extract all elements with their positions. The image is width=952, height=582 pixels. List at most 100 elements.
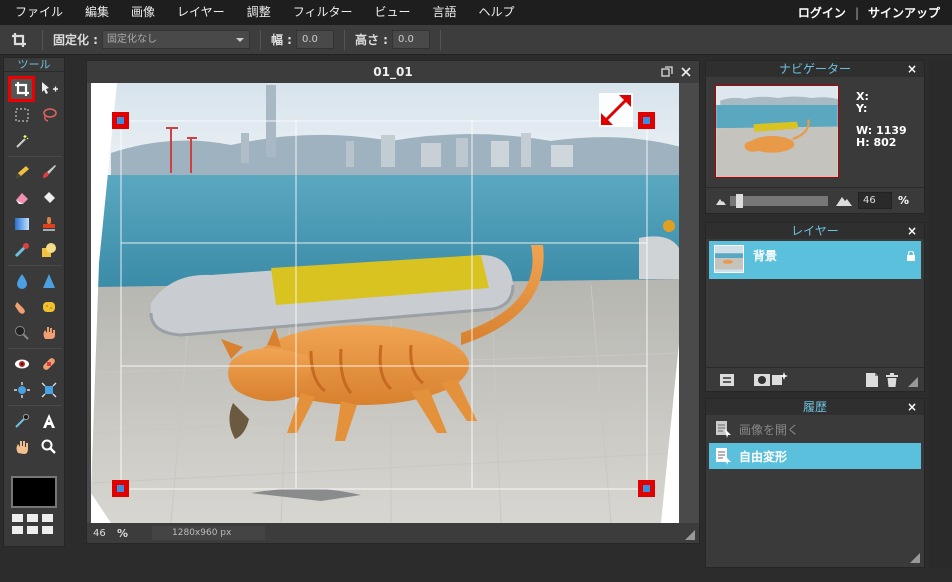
- navigator-zoom-unit: %: [898, 194, 910, 207]
- divider: [8, 265, 62, 266]
- history-title: 履歴: [802, 400, 827, 414]
- hand-tool[interactable]: [8, 434, 35, 460]
- empty-slot: [35, 128, 62, 154]
- sponge-tool[interactable]: [35, 294, 62, 320]
- bandage-icon: [42, 358, 55, 370]
- menu-layer[interactable]: レイヤー: [166, 0, 236, 25]
- pinch-tool[interactable]: [35, 377, 62, 403]
- tools-panel: ツール: [3, 57, 65, 547]
- lasso-tool[interactable]: [35, 102, 62, 128]
- spot-heal-tool[interactable]: [35, 351, 62, 377]
- image-canvas[interactable]: [91, 83, 679, 523]
- signup-link[interactable]: サインアップ: [868, 4, 940, 21]
- document-titlebar: 01_01: [87, 61, 699, 83]
- history-header: 履歴 ×: [706, 399, 924, 415]
- menu-view[interactable]: ビュー: [363, 0, 421, 25]
- divider: [42, 29, 43, 50]
- zoom-slider-knob[interactable]: [736, 193, 743, 208]
- zoom-out-mountain-icon[interactable]: [716, 197, 726, 205]
- menu-help[interactable]: ヘルプ: [468, 0, 526, 25]
- history-document-icon: [716, 421, 731, 438]
- navigator-thumbnail[interactable]: [715, 85, 839, 178]
- constrain-select[interactable]: 固定化なし: [101, 30, 250, 49]
- primary-color-swatch[interactable]: [11, 476, 57, 508]
- sharpen-icon: [42, 274, 55, 288]
- resize-grip-icon[interactable]: [910, 553, 920, 563]
- menu-image[interactable]: 画像: [120, 0, 166, 25]
- navigator-panel: ナビゲーター × X: Y: W: 1139 H: 802 46 %: [705, 60, 925, 214]
- move-tool[interactable]: [35, 76, 62, 102]
- close-icon[interactable]: ×: [907, 61, 917, 77]
- close-icon[interactable]: ×: [907, 223, 917, 239]
- bloat-tool[interactable]: [8, 377, 35, 403]
- height-input[interactable]: 0.0: [391, 30, 430, 49]
- width-input[interactable]: 0.0: [295, 30, 334, 49]
- crop-tool[interactable]: [8, 76, 35, 102]
- height-label: 高さ :: [354, 33, 388, 47]
- zoom-tool[interactable]: [35, 434, 62, 460]
- y-label: Y:: [856, 102, 868, 115]
- red-eye-tool[interactable]: [8, 351, 35, 377]
- view-mode-button[interactable]: [42, 514, 53, 522]
- navigator-header: ナビゲーター ×: [706, 61, 924, 77]
- color-replace-tool[interactable]: [8, 237, 35, 263]
- view-mode-button[interactable]: [12, 514, 23, 522]
- view-mode-button[interactable]: [27, 526, 38, 534]
- zoom-in-mountain-icon[interactable]: [836, 196, 852, 206]
- gradient-tool[interactable]: [8, 211, 35, 237]
- zoom-slider[interactable]: [730, 193, 828, 208]
- layer-effects-icon[interactable]: [772, 372, 788, 386]
- fill-tool[interactable]: [35, 185, 62, 211]
- new-layer-icon[interactable]: [866, 373, 878, 387]
- blur-tool[interactable]: [8, 268, 35, 294]
- layer-settings-icon[interactable]: [720, 374, 734, 386]
- magic-wand-tool[interactable]: [8, 128, 35, 154]
- navigator-zoom-input[interactable]: 46: [858, 192, 892, 209]
- layer-mask-icon[interactable]: [754, 374, 770, 386]
- burn-tool[interactable]: [8, 320, 35, 346]
- trash-icon[interactable]: [886, 373, 898, 387]
- brush-tool[interactable]: [35, 159, 62, 185]
- view-mode-button[interactable]: [12, 526, 23, 534]
- dodge-tool[interactable]: [35, 320, 62, 346]
- shape-tool[interactable]: [35, 237, 62, 263]
- history-item[interactable]: 画像を開く: [709, 416, 921, 442]
- menu-file[interactable]: ファイル: [0, 0, 74, 25]
- menu-adjust[interactable]: 調整: [236, 0, 282, 25]
- layer-row[interactable]: 背景: [709, 241, 921, 279]
- menu-filter[interactable]: フィルター: [282, 0, 364, 25]
- close-icon[interactable]: [681, 67, 691, 77]
- color-picker-tool[interactable]: [8, 408, 35, 434]
- history-document-icon: [716, 448, 731, 465]
- restore-window-icon[interactable]: [661, 66, 673, 78]
- view-mode-button[interactable]: [27, 514, 38, 522]
- smudge-tool[interactable]: [8, 294, 35, 320]
- crop-options-icon: [6, 29, 32, 51]
- pinch-icon: [41, 382, 56, 398]
- history-item[interactable]: 自由変形: [709, 443, 921, 469]
- image-dimensions: 1280x960 px: [152, 526, 266, 540]
- zoom-level-input[interactable]: 46: [93, 528, 117, 539]
- clone-stamp-tool[interactable]: [35, 211, 62, 237]
- menu-language[interactable]: 言語: [421, 0, 467, 25]
- layers-title: レイヤー: [791, 224, 839, 238]
- marquee-tool[interactable]: [8, 102, 35, 128]
- pencil-tool[interactable]: [8, 159, 35, 185]
- move-icon: [41, 82, 58, 94]
- resize-grip-icon[interactable]: [685, 530, 695, 540]
- login-link[interactable]: ログイン: [798, 4, 846, 21]
- width-label: 幅 :: [270, 33, 292, 47]
- eraser-tool[interactable]: [8, 185, 35, 211]
- view-mode-button[interactable]: [42, 526, 53, 534]
- zoom-unit: %: [117, 526, 129, 540]
- constrain-value: 固定化なし: [106, 34, 157, 45]
- brush-icon: [42, 165, 56, 178]
- menu-edit[interactable]: 編集: [74, 0, 120, 25]
- resize-grip-icon[interactable]: [908, 377, 918, 387]
- sharpen-tool[interactable]: [35, 268, 62, 294]
- shapes-icon: [41, 243, 56, 257]
- eyedropper-icon: [14, 413, 29, 428]
- view-mode-buttons[interactable]: [12, 514, 53, 534]
- text-tool[interactable]: [35, 408, 62, 434]
- close-icon[interactable]: ×: [907, 399, 917, 415]
